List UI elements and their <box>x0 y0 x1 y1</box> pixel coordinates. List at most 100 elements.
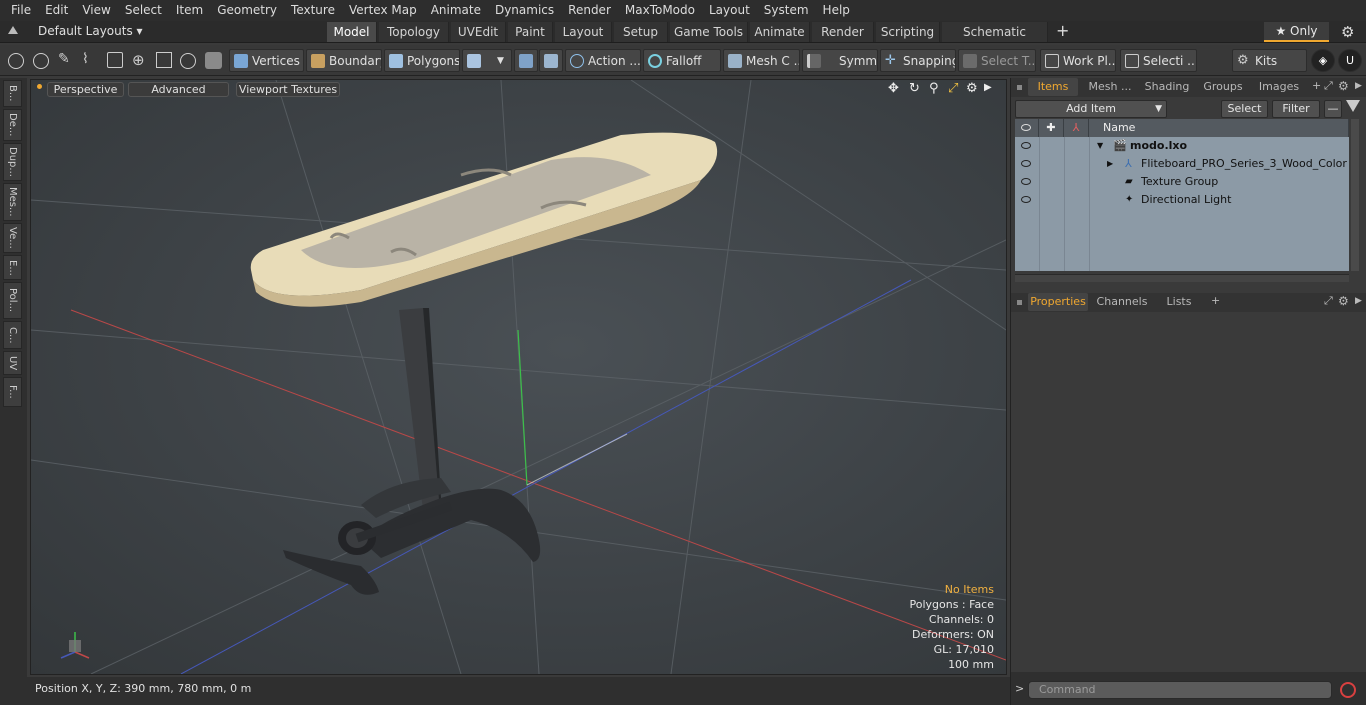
left-tab-basic[interactable]: B... <box>3 80 22 107</box>
collapse-icon[interactable]: — <box>1324 100 1342 118</box>
selection-sets-button[interactable]: Selecti ... <box>1120 49 1197 72</box>
layout-selector[interactable]: Default Layouts ▾ <box>38 23 143 40</box>
left-tab-duplicate[interactable]: Dup... <box>3 143 22 181</box>
gear-icon[interactable]: ⚙ <box>1341 22 1354 42</box>
visibility-column-header[interactable] <box>1015 119 1039 137</box>
tab-model[interactable]: Model <box>327 22 377 42</box>
menu-texture[interactable]: Texture <box>284 0 342 21</box>
tab-setup[interactable]: Setup <box>614 22 668 42</box>
left-tab-curve[interactable]: C... <box>3 321 22 349</box>
tab-mesh[interactable]: Mesh ... <box>1082 78 1138 96</box>
rotate-icon[interactable] <box>180 53 196 69</box>
align-icon[interactable] <box>107 52 123 68</box>
menu-file[interactable]: File <box>4 0 38 21</box>
item-mode-icon[interactable] <box>205 52 222 69</box>
pan-icon[interactable]: ✥ <box>888 81 899 96</box>
unreal-icon[interactable]: U <box>1338 49 1362 72</box>
falloff-button[interactable]: Falloff <box>643 49 721 72</box>
tab-scripting[interactable]: Scripting <box>876 22 940 42</box>
expand-triangle-icon[interactable]: ▼ <box>1097 137 1103 155</box>
vertices-button[interactable]: Vertices <box>229 49 304 72</box>
tab-topology[interactable]: Topology <box>379 22 449 42</box>
list-item-texture-group[interactable]: ▰ Texture Group <box>1015 173 1349 191</box>
list-item-modo-lxo[interactable]: ▼ 🎬 modo.lxo <box>1015 137 1349 155</box>
lock-column-header[interactable]: ✚ <box>1039 119 1064 137</box>
menu-render[interactable]: Render <box>561 0 618 21</box>
left-tab-fusion[interactable]: F... <box>3 377 22 407</box>
panel-arrow-icon[interactable]: ▶ <box>1355 296 1362 306</box>
lasso-icon[interactable]: ⌇ <box>82 51 89 67</box>
tab-shading[interactable]: Shading <box>1142 78 1192 96</box>
eye-icon[interactable] <box>1021 196 1031 203</box>
eye-icon[interactable] <box>1021 160 1031 167</box>
tab-animate[interactable]: Animate <box>750 22 810 42</box>
panel-add-icon[interactable]: + <box>1211 294 1220 307</box>
left-tab-deform[interactable]: De... <box>3 109 22 141</box>
filter-button[interactable]: Filter <box>1272 100 1320 118</box>
tab-properties[interactable]: Properties <box>1028 293 1088 311</box>
left-tab-uv[interactable]: UV <box>3 351 22 375</box>
select-through-button[interactable]: Select T... <box>958 49 1036 72</box>
panel-add-icon[interactable]: + <box>1312 79 1321 92</box>
tab-paint[interactable]: Paint <box>508 22 553 42</box>
left-tab-vertex[interactable]: Ve... <box>3 223 22 253</box>
command-input[interactable]: Command <box>1028 681 1332 699</box>
tab-images[interactable]: Images <box>1253 78 1305 96</box>
pen-tool-icon[interactable]: ✎ <box>58 51 70 67</box>
tab-game-tools[interactable]: Game Tools <box>670 22 748 42</box>
menu-geometry[interactable]: Geometry <box>210 0 284 21</box>
menu-dynamics[interactable]: Dynamics <box>488 0 561 21</box>
menu-help[interactable]: Help <box>816 0 857 21</box>
action-center-button[interactable]: Action ... <box>565 49 641 72</box>
tab-groups[interactable]: Groups <box>1198 78 1248 96</box>
panel-expand-icon[interactable]: ⤢ <box>1324 294 1333 308</box>
menu-maxtomodo[interactable]: MaxToModo <box>618 0 702 21</box>
material-button[interactable]: ▼ <box>462 49 512 72</box>
rotate-view-icon[interactable]: ↻ <box>909 81 920 96</box>
eye-icon[interactable] <box>1021 142 1031 149</box>
viewport-settings-icon[interactable]: ⚙ <box>966 81 978 96</box>
add-layout-button[interactable]: + <box>1056 21 1069 41</box>
panel-resize-handle[interactable] <box>1015 274 1349 282</box>
menu-item[interactable]: Item <box>169 0 210 21</box>
transform-icon[interactable]: ⊕ <box>132 52 145 68</box>
zoom-icon[interactable]: ⚲ <box>929 81 939 96</box>
boundary-button[interactable]: Boundary <box>306 49 382 72</box>
globe-icon[interactable] <box>33 53 49 69</box>
menu-view[interactable]: View <box>75 0 117 21</box>
symmetry-toggle-b[interactable] <box>539 49 563 72</box>
layout-collapse-icon[interactable] <box>8 26 18 34</box>
maximize-icon[interactable]: ⤢ <box>948 81 958 96</box>
viewport-menu-dot[interactable] <box>37 84 42 89</box>
list-item-fliteboard[interactable]: ▶ ⅄ Fliteboard_PRO_Series_3_Wood_Color <box>1015 155 1349 173</box>
eye-icon[interactable] <box>1021 178 1031 185</box>
list-item-directional-light[interactable]: ✦ Directional Light <box>1015 191 1349 209</box>
menu-system[interactable]: System <box>757 0 816 21</box>
tab-render[interactable]: Render <box>812 22 874 42</box>
symmetry-toggle-a[interactable] <box>514 49 538 72</box>
3d-viewport[interactable]: Perspective Advanced Viewport Textures ✥… <box>30 79 1007 675</box>
viewport-tab-advanced[interactable]: Advanced <box>128 82 229 97</box>
tab-lists[interactable]: Lists <box>1156 293 1202 311</box>
menu-select[interactable]: Select <box>118 0 169 21</box>
panel-expand-icon[interactable]: ⤢ <box>1324 79 1333 93</box>
select-button[interactable]: Select <box>1221 100 1268 118</box>
expand-triangle-icon[interactable]: ▶ <box>1107 155 1113 173</box>
selection-mode-icon[interactable] <box>8 53 24 69</box>
symmetry-button[interactable]: Symm ... <box>802 49 878 72</box>
panel-menu-dot[interactable] <box>1017 85 1022 90</box>
tab-layout[interactable]: Layout <box>555 22 612 42</box>
viewport-tab-textures[interactable]: Viewport Textures <box>236 82 340 97</box>
left-tab-mesh-edit[interactable]: Mes... <box>3 183 22 221</box>
panel-gear-icon[interactable]: ⚙ <box>1338 79 1349 93</box>
mesh-constraints-button[interactable]: Mesh C ... <box>723 49 800 72</box>
work-plane-button[interactable]: Work Pl... <box>1040 49 1116 72</box>
panel-arrow-icon[interactable]: ▶ <box>1355 81 1362 91</box>
tab-schematic-fusion[interactable]: Schematic Fusion <box>942 22 1048 59</box>
item-list-scrollbar[interactable] <box>1351 119 1359 271</box>
only-toggle[interactable]: ★ Only <box>1264 22 1329 42</box>
snap-center-icon[interactable] <box>156 52 172 68</box>
left-tab-polygon[interactable]: Pol... <box>3 282 22 319</box>
funnel-icon[interactable] <box>1346 100 1360 112</box>
panel-gear-icon[interactable]: ⚙ <box>1338 294 1349 308</box>
